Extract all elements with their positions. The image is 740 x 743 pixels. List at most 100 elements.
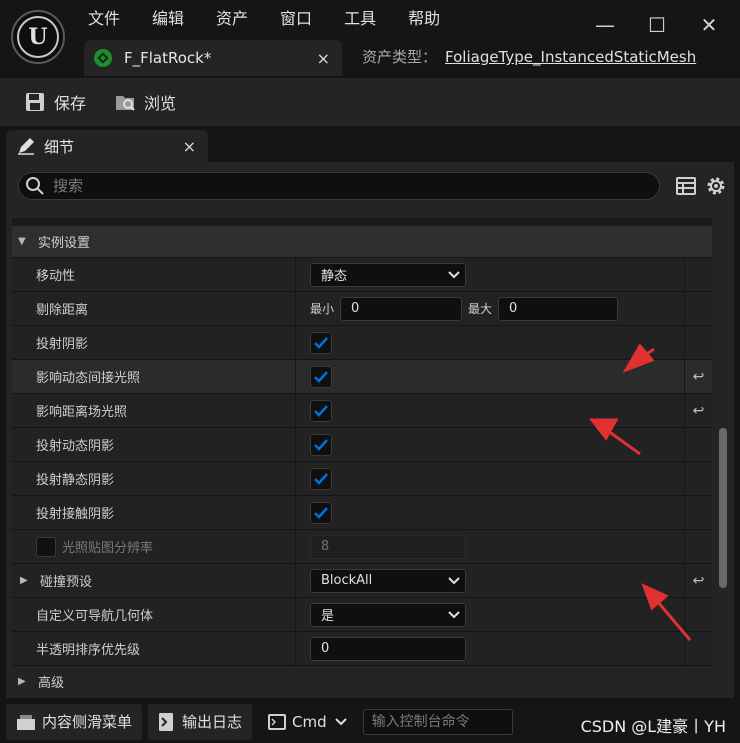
category-label: 实例设置 bbox=[38, 236, 91, 251]
content-drawer-button[interactable]: 内容侧滑菜单 bbox=[6, 703, 143, 740]
search-box bbox=[18, 172, 660, 200]
mobility-dropdown[interactable]: 静态 bbox=[310, 262, 466, 287]
asset-type: 资产类型： FoliageType_InstancedStaticMesh bbox=[362, 46, 696, 67]
property-row-cast-shadow: 投射阴影 bbox=[12, 326, 712, 360]
property-label: 自定义可导航几何体 bbox=[12, 598, 296, 631]
menu-file[interactable]: 文件 bbox=[88, 8, 134, 30]
category-advanced[interactable]: ▶ 高级 bbox=[12, 666, 712, 694]
save-icon bbox=[26, 93, 44, 111]
checkmark-icon bbox=[314, 506, 328, 519]
details-body: ▼ 实例设置 移动性 静态 剔除距离 最小 0 最大 bbox=[6, 162, 734, 698]
document-tab[interactable]: F_FlatRock* × bbox=[84, 40, 342, 76]
lightmap-resolution-input: 8 bbox=[310, 534, 466, 559]
affect-dynamic-gi-checkbox[interactable] bbox=[310, 365, 332, 388]
menu-bar: 文件 编辑 资产 窗口 工具 帮助 bbox=[88, 8, 472, 30]
collision-preset-dropdown[interactable]: BlockAll bbox=[310, 568, 466, 593]
property-row-collision-presets: ▶ 碰撞预设 BlockAll ↩ bbox=[12, 564, 712, 598]
property-label: 影响距离场光照 bbox=[12, 394, 296, 427]
asset-type-label: 资产类型： bbox=[362, 48, 438, 66]
console-command-input[interactable] bbox=[362, 708, 513, 735]
toolbar: 保存 浏览 bbox=[0, 78, 740, 126]
cast-dynamic-shadow-checkbox[interactable] bbox=[310, 433, 332, 456]
reset-arrow-icon[interactable]: ↩ bbox=[684, 360, 712, 393]
cull-max-input[interactable]: 0 bbox=[498, 296, 619, 321]
property-row-cast-contact-shadow: 投射接触阴影 bbox=[12, 496, 712, 530]
property-label: 剔除距离 bbox=[12, 292, 296, 325]
chevron-right-icon[interactable]: ▶ bbox=[20, 575, 36, 586]
title-bar: U 文件 编辑 资产 窗口 工具 帮助 — ☐ ✕ F_FlatRock* × … bbox=[0, 0, 740, 78]
menu-tools[interactable]: 工具 bbox=[344, 8, 390, 30]
table-view-icon[interactable] bbox=[674, 174, 698, 198]
property-label: 光照贴图分辨率 bbox=[62, 541, 154, 556]
close-details-button[interactable]: × bbox=[183, 137, 196, 156]
property-row-cast-static-shadow: 投射静态阴影 bbox=[12, 462, 712, 496]
property-label: 移动性 bbox=[12, 258, 296, 291]
content-drawer-icon bbox=[17, 714, 35, 730]
foliage-type-icon bbox=[94, 49, 112, 67]
maximize-button[interactable]: ☐ bbox=[642, 12, 672, 38]
chevron-down-icon bbox=[443, 569, 465, 593]
search-icon bbox=[26, 177, 44, 195]
watermark: CSDN @L建豪丨YH bbox=[580, 717, 726, 736]
output-log-button[interactable]: 输出日志 bbox=[148, 703, 253, 740]
checkmark-icon bbox=[314, 472, 328, 485]
max-label: 最大 bbox=[468, 302, 493, 316]
checkmark-icon bbox=[314, 404, 328, 417]
cast-shadow-checkbox[interactable] bbox=[310, 331, 332, 354]
pencil-icon bbox=[18, 138, 34, 155]
gear-icon[interactable] bbox=[704, 174, 728, 198]
details-tab[interactable]: 细节 × bbox=[6, 130, 208, 162]
reset-arrow-icon[interactable]: ↩ bbox=[684, 564, 712, 597]
menu-window[interactable]: 窗口 bbox=[280, 8, 326, 30]
chevron-down-icon bbox=[334, 717, 347, 725]
scroll-thumb[interactable] bbox=[719, 428, 727, 588]
close-tab-button[interactable]: × bbox=[317, 49, 330, 68]
property-row-lightmap-resolution: 光照贴图分辨率 8 bbox=[12, 530, 712, 564]
custom-nav-dropdown[interactable]: 是 bbox=[310, 602, 466, 627]
content-drawer-label: 内容侧滑菜单 bbox=[42, 713, 133, 731]
category-label: 高级 bbox=[38, 676, 65, 691]
property-label: 投射接触阴影 bbox=[12, 496, 296, 529]
mobility-value: 静态 bbox=[321, 269, 348, 284]
chevron-down-icon: ▼ bbox=[18, 236, 26, 247]
property-row-affect-dynamic-gi: 影响动态间接光照 ↩ bbox=[12, 360, 712, 394]
scrollbar[interactable] bbox=[716, 218, 728, 694]
unreal-logo: U bbox=[11, 10, 65, 64]
cmd-dropdown[interactable]: Cmd bbox=[258, 703, 357, 740]
search-input[interactable] bbox=[53, 177, 613, 195]
reset-arrow-icon[interactable]: ↩ bbox=[684, 394, 712, 427]
chevron-down-icon bbox=[443, 603, 465, 627]
affect-distance-field-checkbox[interactable] bbox=[310, 399, 332, 422]
asset-type-link[interactable]: FoliageType_InstancedStaticMesh bbox=[445, 48, 696, 66]
browse-label: 浏览 bbox=[144, 94, 177, 113]
menu-asset[interactable]: 资产 bbox=[216, 8, 262, 30]
menu-help[interactable]: 帮助 bbox=[408, 8, 454, 30]
cast-contact-shadow-checkbox[interactable] bbox=[310, 501, 332, 524]
property-label: 投射动态阴影 bbox=[12, 428, 296, 461]
browse-button[interactable]: 浏览 bbox=[114, 90, 176, 114]
translucency-priority-input[interactable]: 0 bbox=[310, 636, 466, 661]
details-panel: 细节 × 搜索 ▼ 实例设置 移动性 静态 剔除距离 最小 0 最大 0 投射阴… bbox=[0, 126, 740, 700]
property-list: ▼ 实例设置 移动性 静态 剔除距离 最小 0 最大 0 投射阴影 影响动态间接… bbox=[12, 218, 712, 694]
close-window-button[interactable]: ✕ bbox=[694, 12, 724, 38]
category-instance-settings[interactable]: ▼ 实例设置 bbox=[12, 226, 712, 258]
menu-edit[interactable]: 编辑 bbox=[152, 8, 198, 30]
property-row-cast-dynamic-shadow: 投射动态阴影 bbox=[12, 428, 712, 462]
details-tab-label: 细节 bbox=[44, 137, 75, 156]
browse-icon bbox=[116, 96, 135, 111]
min-label: 最小 bbox=[310, 302, 335, 316]
property-row-cull-distance: 剔除距离 最小 0 最大 0 bbox=[12, 292, 712, 326]
property-label: 影响动态间接光照 bbox=[12, 360, 296, 393]
checkmark-icon bbox=[314, 370, 328, 383]
lightmap-override-checkbox[interactable] bbox=[36, 536, 56, 557]
save-button[interactable]: 保存 bbox=[24, 90, 86, 114]
cast-static-shadow-checkbox[interactable] bbox=[310, 467, 332, 490]
cull-min-input[interactable]: 0 bbox=[340, 296, 463, 321]
property-label: 碰撞预设 bbox=[40, 575, 93, 590]
minimize-button[interactable]: — bbox=[590, 12, 620, 38]
property-row-translucency-priority: 半透明排序优先级 0 bbox=[12, 632, 712, 666]
checkmark-icon bbox=[314, 438, 328, 451]
checkmark-icon bbox=[314, 336, 328, 349]
chevron-right-icon: ▶ bbox=[18, 676, 26, 687]
terminal-icon bbox=[268, 713, 287, 730]
